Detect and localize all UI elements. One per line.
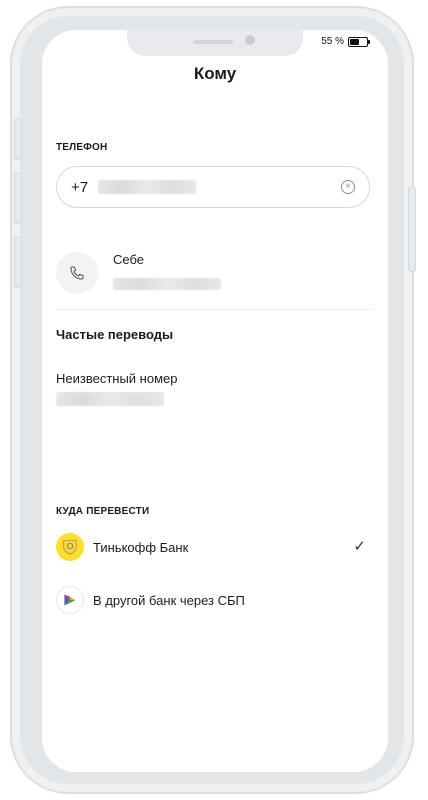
bank-name-tinkoff: Тинькофф Банк [93,539,189,555]
battery-percent: 55 % [321,36,344,47]
self-number-blurred [113,278,221,290]
self-contact-name: Себе [113,252,145,267]
sbp-logo-icon [56,586,84,614]
phone-icon [56,252,98,294]
notch [127,30,303,56]
phone-input[interactable]: +7 × [56,166,370,208]
page-title: Кому [193,64,237,83]
side-button-volume-up [14,172,22,224]
frequent-transfers-title: Частые переводы [56,327,174,342]
bank-option-tinkoff[interactable]: Тинькофф Банк ✓ [56,532,370,562]
side-button-power [408,186,416,272]
frequent-item-number-blurred [56,392,164,406]
phone-prefix: +7 [71,178,89,196]
self-contact-row[interactable]: Себе [56,248,370,298]
camera [245,35,255,45]
tinkoff-logo-icon [56,533,84,561]
clear-icon[interactable]: × [341,180,355,194]
side-button-volume-down [14,236,22,288]
status-bar: 55 % [321,36,370,47]
destination-section-label: КУДА ПЕРЕВЕСТИ [56,506,150,517]
check-icon: ✓ [353,538,366,555]
phone-number-blurred [98,180,197,194]
bank-name-sbp: В другой банк через СБП [93,592,245,608]
bank-option-sbp[interactable]: В другой банк через СБП [56,585,370,615]
phone-section-label: ТЕЛЕФОН [56,142,108,153]
battery-icon [348,36,370,47]
frequent-item-unknown[interactable]: Неизвестный номер [56,371,178,386]
divider [56,309,374,310]
speaker [193,40,233,44]
app-screen: 55 % Кому ТЕЛЕФОН +7 × Себе Частые перев… [42,30,388,772]
side-button-mute [14,118,22,160]
